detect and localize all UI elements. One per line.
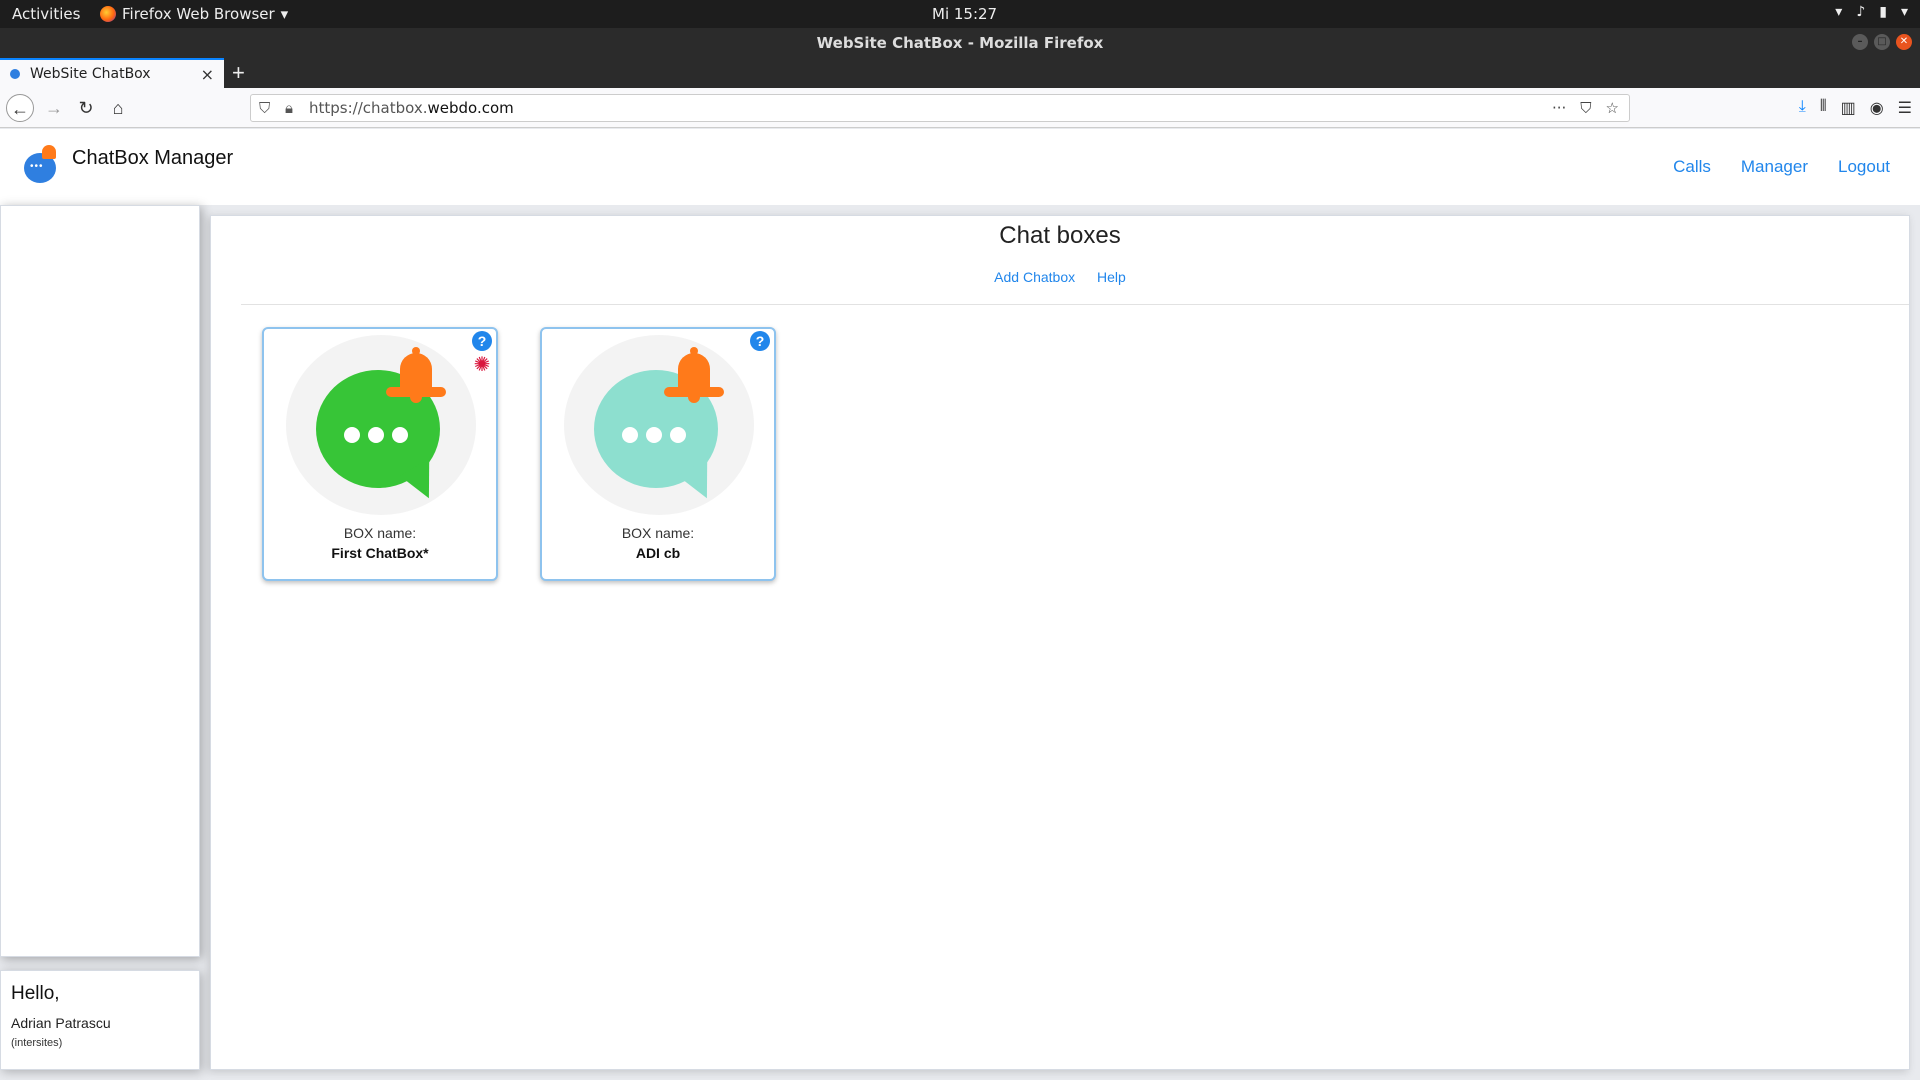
pocket-icon[interactable]: ⛉ (1580, 95, 1591, 121)
toolbar-icons: ⤓ ⫴ ▥ ◉ ☰ (1799, 98, 1912, 118)
activities-button[interactable]: Activities (12, 5, 80, 23)
chatbox-card[interactable]: ? ✺ BOX name: First ChatBox* (262, 327, 498, 581)
window-titlebar: WebSite ChatBox - Mozilla Firefox – □ ✕ (0, 28, 1920, 58)
system-tray[interactable]: ▾ ♪ ▮ ▾ (1835, 4, 1908, 20)
new-tab-button[interactable]: + (232, 60, 245, 86)
user-card: Hello, Adrian Patrascu (intersites) (0, 970, 200, 1070)
add-chatbox-link[interactable]: Add Chatbox (994, 269, 1075, 285)
nav-calls-link[interactable]: Calls (1673, 157, 1711, 177)
help-question-icon[interactable]: ? (472, 331, 492, 351)
url-actions: ··· ⛉ ☆ (1552, 95, 1619, 121)
url-prefix: https://chatbox. (309, 99, 428, 117)
app-title: ChatBox Manager (72, 147, 234, 169)
battery-icon: ▮ (1879, 4, 1887, 20)
tab-strip: WebSite ChatBox × + (0, 58, 1920, 88)
box-name-label: BOX name: (343, 525, 417, 541)
maximize-button[interactable]: □ (1874, 34, 1890, 50)
favicon-icon (10, 69, 20, 79)
system-top-bar: Activities Firefox Web Browser ▾ Mi 15:2… (0, 0, 1920, 28)
box-name-value: ADI cb (635, 545, 681, 561)
url-host: webdo.com (427, 99, 514, 117)
clock[interactable]: Mi 15:27 (932, 5, 997, 23)
reload-button[interactable]: ↻ (72, 94, 100, 122)
window-controls: – □ ✕ (1852, 34, 1912, 50)
downloads-icon[interactable]: ⤓ (1799, 98, 1806, 118)
home-button[interactable]: ⌂ (104, 94, 132, 122)
app-menu-label: Firefox Web Browser (122, 5, 275, 23)
close-window-button[interactable]: ✕ (1896, 34, 1912, 50)
greeting: Hello, (11, 983, 60, 1004)
user-name: Adrian Patrascu (11, 1015, 111, 1031)
bookmark-star-icon[interactable]: ☆ (1606, 95, 1619, 121)
tab-title: WebSite ChatBox (30, 66, 151, 82)
bell-icon (42, 145, 56, 159)
url-bar[interactable]: ⛉ 🔒︎ https://chatbox.webdo.com ··· ⛉ ☆ (250, 94, 1630, 122)
sub-links: Add Chatbox Help (211, 269, 1909, 285)
nav-logout-link[interactable]: Logout (1838, 157, 1890, 177)
nav-toolbar: ← → ↻ ⌂ ⛉ 🔒︎ https://chatbox.webdo.com ·… (0, 88, 1920, 128)
caret-down-icon: ▾ (1900, 4, 1908, 20)
chatbox-image[interactable] (286, 335, 476, 515)
chatbox-logo (22, 145, 60, 183)
sidebar (0, 205, 200, 957)
browser-tab[interactable]: WebSite ChatBox × (0, 58, 224, 88)
hamburger-menu-icon[interactable]: ☰ (1898, 98, 1912, 118)
top-nav: Calls Manager Logout (1673, 157, 1890, 177)
app-menu[interactable]: Firefox Web Browser ▾ (100, 5, 288, 23)
ellipsis-icon (344, 427, 408, 443)
library-icon[interactable]: ⫴ (1820, 98, 1827, 118)
nav-manager-link[interactable]: Manager (1741, 157, 1808, 177)
page-title: Chat boxes (999, 222, 1121, 249)
chatbox-image[interactable] (564, 335, 754, 515)
account-icon[interactable]: ◉ (1870, 98, 1884, 118)
help-link[interactable]: Help (1097, 269, 1126, 285)
caret-down-icon: ▾ (280, 5, 289, 23)
box-name-label: BOX name: (621, 525, 695, 541)
tracking-shield-icon[interactable]: ⛉ (259, 95, 270, 121)
back-button[interactable]: ← (6, 94, 34, 122)
settings-gear-icon[interactable]: ✺ (472, 355, 492, 375)
close-tab-icon[interactable]: × (201, 65, 214, 84)
volume-icon: ♪ (1856, 4, 1866, 20)
ellipsis-icon (622, 427, 686, 443)
bell-icon (386, 347, 446, 407)
minimize-button[interactable]: – (1852, 34, 1868, 50)
bell-icon (664, 347, 724, 407)
forward-button[interactable]: → (40, 94, 68, 122)
wifi-icon: ▾ (1835, 4, 1843, 20)
firefox-icon (100, 6, 116, 22)
divider (241, 304, 1909, 305)
app-header: ChatBox Manager Calls Manager Logout (0, 129, 1920, 205)
box-name-value: First ChatBox* (331, 545, 429, 561)
page-actions-icon[interactable]: ··· (1552, 95, 1566, 121)
main-panel: Chat boxes Add Chatbox Help ? ✺ BOX name… (210, 215, 1910, 1070)
window-title: WebSite ChatBox - Mozilla Firefox (816, 34, 1104, 52)
sidebar-toggle-icon[interactable]: ▥ (1841, 98, 1856, 118)
help-question-icon[interactable]: ? (750, 331, 770, 351)
lock-icon[interactable]: 🔒︎ (285, 95, 293, 121)
chatbox-card[interactable]: ? BOX name: ADI cb (540, 327, 776, 581)
user-org: (intersites) (11, 1037, 63, 1049)
